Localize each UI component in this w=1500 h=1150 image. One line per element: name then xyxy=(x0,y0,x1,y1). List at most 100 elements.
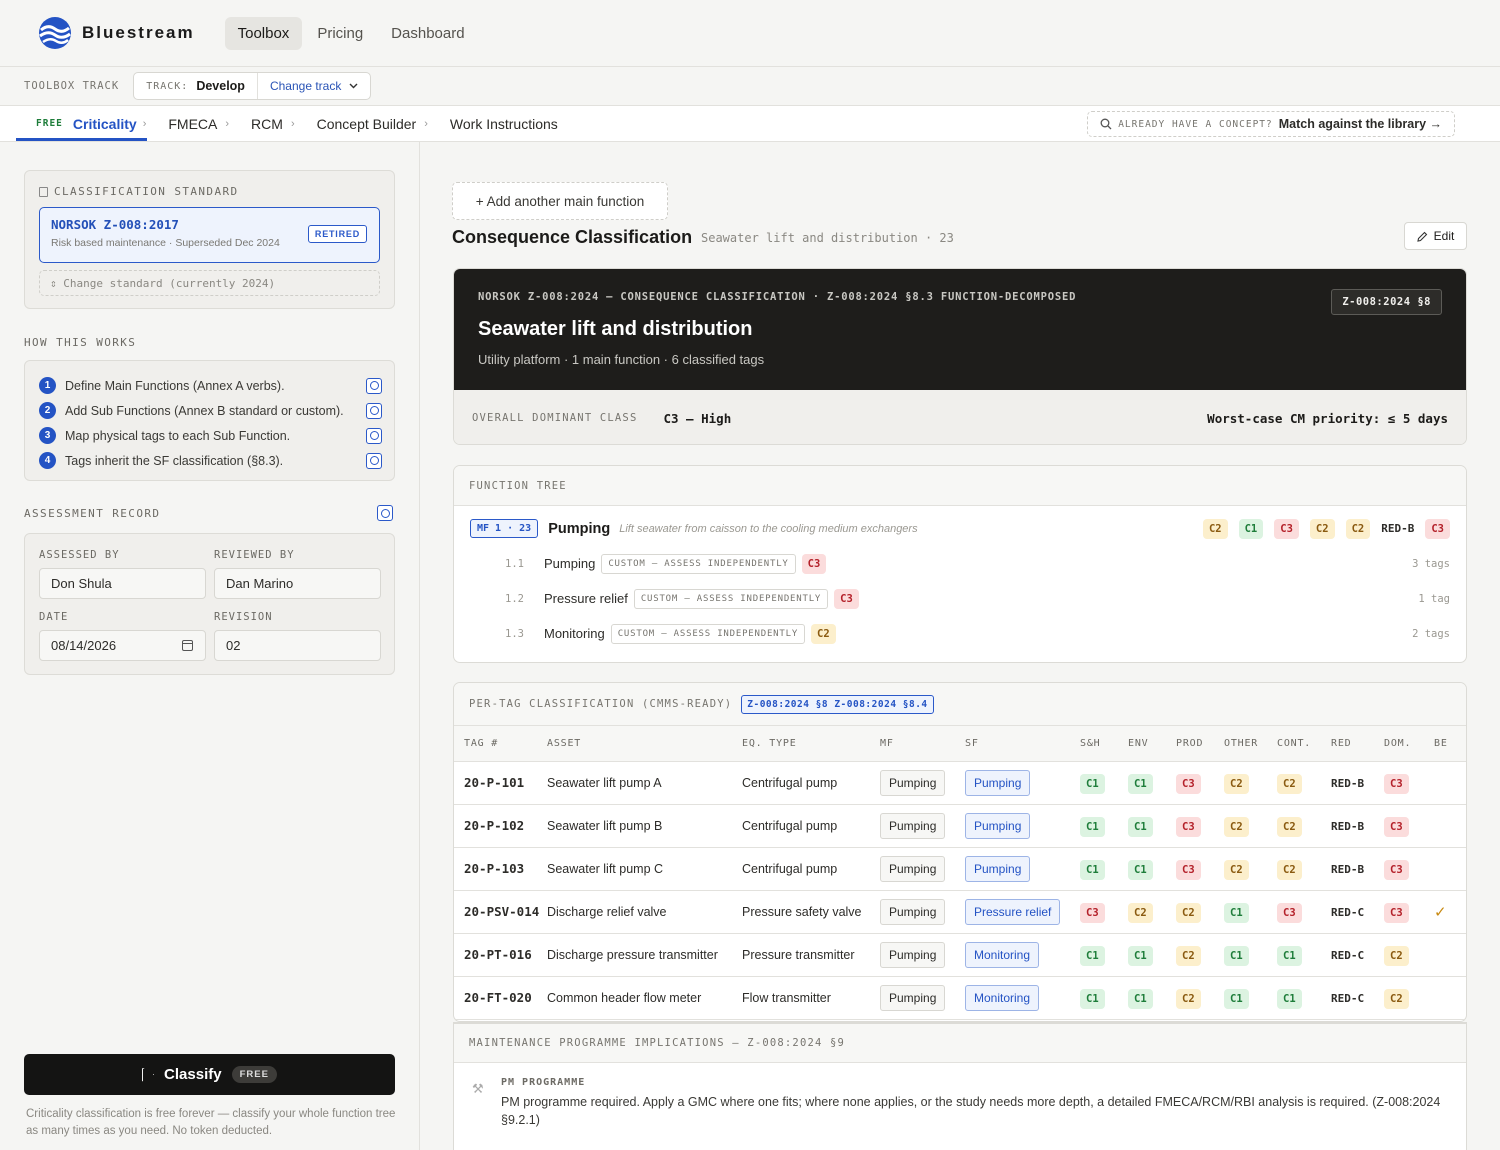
col-cont: CONT. xyxy=(1277,726,1331,762)
class-chip: C1 xyxy=(1128,859,1153,880)
class-chip: C2 xyxy=(1176,988,1201,1009)
page-subtitle: Seawater lift and distribution · 23 xyxy=(701,231,954,245)
crumb-work-instructions[interactable]: Work Instructions xyxy=(438,107,570,141)
step-number: 2 xyxy=(39,402,56,419)
add-main-function-button[interactable]: + Add another main function xyxy=(452,182,668,220)
main-content: + Add another main function Consequence … xyxy=(420,142,1500,1150)
info-icon[interactable] xyxy=(366,402,382,419)
sf-number: 1.1 xyxy=(505,557,524,570)
revision-input[interactable]: 02 xyxy=(214,630,381,661)
class-chip: C1 xyxy=(1080,816,1105,837)
date-label: DATE xyxy=(39,611,69,623)
redundancy-label: RED-B xyxy=(1331,819,1365,833)
sf-name: Pumping xyxy=(544,556,596,571)
maintenance-title: MAINTENANCE PROGRAMME IMPLICATIONS — Z-0… xyxy=(454,1023,1466,1063)
mf-tag: MF 1 · 23 xyxy=(470,519,539,538)
sub-function-box: Pumping xyxy=(965,855,1031,882)
per-tag-panel: PER-TAG CLASSIFICATION (CMMS-READY) Z-00… xyxy=(453,682,1467,1022)
per-tag-table: TAG # ASSET EQ. TYPE MF SF S&H ENV PROD … xyxy=(454,726,1466,1020)
date-input[interactable]: 08/14/2026 xyxy=(39,630,206,661)
table-row[interactable]: 20-PSV-014 Discharge relief valve Pressure… xyxy=(454,890,1466,934)
class-chip: C1 xyxy=(1277,945,1302,966)
date-value: 08/14/2026 xyxy=(51,638,117,653)
nav-toolbox[interactable]: Toolbox xyxy=(224,16,303,50)
selected-standard[interactable]: NORSOK Z-008:2017 Risk based maintenance… xyxy=(39,207,380,263)
class-chip: C1 xyxy=(1080,859,1105,880)
maintenance-panel: MAINTENANCE PROGRAMME IMPLICATIONS — Z-0… xyxy=(453,1022,1467,1150)
col-eq-type: EQ. TYPE xyxy=(742,726,880,762)
main-function-box: Pumping xyxy=(880,855,946,882)
main-function-row[interactable]: MF 1 · 23 Pumping Lift seawater from cai… xyxy=(454,511,1466,546)
function-tree-title: FUNCTION TREE xyxy=(454,466,1466,506)
dominant-class-chip: C3 xyxy=(1384,859,1409,880)
dominant-class-chip: C2 xyxy=(1384,988,1409,1009)
play-icon xyxy=(142,1067,155,1082)
match-library-button[interactable]: ALREADY HAVE A CONCEPT? Match against th… xyxy=(1087,111,1455,137)
equipment-type: Pressure transmitter xyxy=(742,947,855,962)
classification-standard-card: CLASSIFICATION STANDARD NORSOK Z-008:201… xyxy=(24,170,395,309)
step-text: Add Sub Functions (Annex B standard or c… xyxy=(65,403,344,418)
table-row[interactable]: 20-PT-016 Discharge pressure transmitter P… xyxy=(454,933,1466,977)
change-track-button[interactable]: Change track xyxy=(258,79,370,93)
table-row[interactable]: 20-P-103 Seawater lift pump C Centrifugal … xyxy=(454,847,1466,891)
change-track-label: Change track xyxy=(269,79,342,93)
col-red: RED xyxy=(1331,726,1384,762)
crumb-concept-builder[interactable]: Concept Builder xyxy=(305,107,429,141)
chevron-down-icon xyxy=(349,83,358,89)
calendar-icon[interactable] xyxy=(182,640,193,651)
step-number: 3 xyxy=(39,427,56,444)
main-function-box: Pumping xyxy=(880,812,946,839)
class-chip: C1 xyxy=(1224,988,1249,1009)
class-chip: C1 xyxy=(1080,988,1105,1009)
step-number: 4 xyxy=(39,452,56,469)
info-icon[interactable] xyxy=(366,452,382,469)
col-asset: ASSET xyxy=(547,726,742,762)
track-key: TRACK: xyxy=(146,80,189,92)
class-chip: C3 xyxy=(801,553,827,574)
info-icon[interactable] xyxy=(366,427,382,444)
edit-label: Edit xyxy=(1433,229,1455,243)
sub-function-row[interactable]: 1.1 Pumping CUSTOM — ASSESS INDEPENDENTL… xyxy=(454,546,1466,581)
class-chip: C1 xyxy=(1128,816,1153,837)
reviewed-by-input[interactable]: Dan Marino xyxy=(214,568,381,599)
class-chip: C1 xyxy=(1128,988,1153,1009)
how-this-works-title: HOW THIS WORKS xyxy=(24,336,137,349)
crumb-fmeca[interactable]: FMECA xyxy=(156,107,229,141)
classify-label: Classify xyxy=(164,1066,222,1083)
per-tag-ref: Z-008:2024 §8 Z-008:2024 §8.4 xyxy=(741,694,934,714)
crumb-rcm[interactable]: RCM xyxy=(239,107,295,141)
nav-pricing[interactable]: Pricing xyxy=(304,17,376,50)
top-nav: Bluestream Toolbox Pricing Dashboard xyxy=(0,0,1500,67)
info-icon[interactable] xyxy=(377,505,393,521)
change-standard-button[interactable]: ⇕ Change standard (currently 2024) xyxy=(39,270,380,296)
custom-tag: CUSTOM — ASSESS INDEPENDENTLY xyxy=(601,553,796,574)
class-chip: C2 xyxy=(1128,902,1153,923)
class-chip: C1 xyxy=(1224,902,1249,923)
table-row[interactable]: 20-P-102 Seawater lift pump B Centrifugal … xyxy=(454,804,1466,848)
edit-button[interactable]: Edit xyxy=(1404,222,1467,250)
function-tree-panel: FUNCTION TREE MF 1 · 23 Pumping Lift sea… xyxy=(453,465,1467,663)
class-chip: C1 xyxy=(1080,773,1105,794)
sf-name: Monitoring xyxy=(544,626,605,641)
brand-logo[interactable]: Bluestream xyxy=(38,16,195,50)
classify-note: Criticality classification is free forev… xyxy=(26,1108,396,1137)
sub-function-row[interactable]: 1.3 Monitoring CUSTOM — ASSESS INDEPENDE… xyxy=(454,616,1466,651)
table-row[interactable]: 20-FT-020 Common header flow meter Flow tr… xyxy=(454,976,1466,1020)
class-chip: C1 xyxy=(1238,518,1264,539)
classify-button[interactable]: Classify FREE xyxy=(24,1054,395,1095)
tag-id: 20-P-101 xyxy=(464,775,525,790)
info-icon[interactable] xyxy=(366,377,382,394)
sub-function-box: Pumping xyxy=(965,812,1031,839)
dominant-class-chip: C3 xyxy=(1384,773,1409,794)
step-item: 1 Define Main Functions (Annex A verbs). xyxy=(37,373,382,398)
sub-function-row[interactable]: 1.2 Pressure relief CUSTOM — ASSESS INDE… xyxy=(454,581,1466,616)
nav-dashboard[interactable]: Dashboard xyxy=(378,17,477,50)
assessed-by-input[interactable]: Don Shula xyxy=(39,568,206,599)
table-row[interactable]: 20-P-101 Seawater lift pump A Centrifugal … xyxy=(454,761,1466,805)
class-chip: C2 xyxy=(1345,518,1371,539)
crumb-criticality[interactable]: FREE Criticality xyxy=(16,106,147,141)
class-chip: C3 xyxy=(1274,518,1299,539)
mf-name: Pumping xyxy=(548,520,611,537)
class-chip: C2 xyxy=(1176,902,1201,923)
redundancy-label: RED-C xyxy=(1331,991,1365,1005)
